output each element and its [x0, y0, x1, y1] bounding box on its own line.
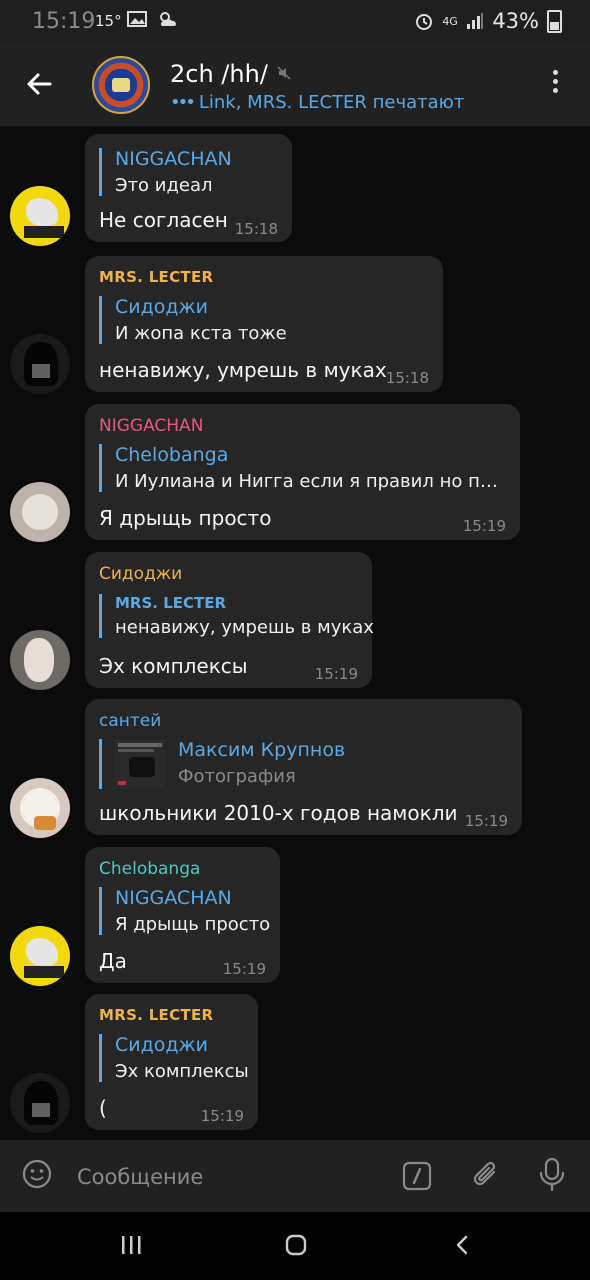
system-navigation-bar: [0, 1212, 590, 1280]
reply-text: Фотография: [178, 766, 296, 787]
gallery-icon: [127, 11, 147, 27]
message-text: ненавижу, умрешь в муках: [99, 358, 387, 382]
message-bubble[interactable]: сантей Максим Крупнов Фотография школьни…: [85, 699, 522, 835]
black-hood-avatar[interactable]: [10, 1073, 70, 1133]
status-right: 4G 43%: [414, 9, 562, 33]
notification-icons: [123, 10, 179, 33]
back-arrow-icon[interactable]: [20, 64, 60, 104]
reply-author: Сидоджи: [115, 296, 208, 318]
message-time: 15:19: [314, 665, 358, 683]
sender-name[interactable]: Сидоджи: [99, 564, 182, 584]
yellow-dog-avatar[interactable]: [10, 926, 70, 986]
message-time: 15:19: [200, 1107, 244, 1125]
weather-icon: [159, 12, 176, 26]
sender-name[interactable]: сантей: [99, 711, 161, 731]
message-bubble[interactable]: Сидоджи MRS. LECTER ненавижу, умрешь в м…: [85, 552, 374, 688]
battery-icon: [547, 9, 562, 33]
group-avatar[interactable]: [92, 56, 150, 114]
message-text: школьники 2010-х годов намокли: [99, 801, 458, 825]
message-input[interactable]: [75, 1160, 379, 1194]
message-time: 15:18: [385, 369, 429, 387]
face-avatar[interactable]: [10, 630, 70, 690]
muted-icon: [277, 66, 291, 80]
typing-dots-icon: •••: [170, 92, 196, 113]
sender-name[interactable]: NIGGACHAN: [99, 416, 203, 436]
network-type: 4G: [442, 14, 458, 28]
message-text: (: [99, 1096, 107, 1120]
message-text: Эх комплексы: [99, 654, 248, 678]
message-time: 15:19: [464, 812, 508, 830]
bot-commands-icon[interactable]: [402, 1161, 432, 1191]
reply-author: Chelobanga: [115, 444, 229, 466]
microphone-icon[interactable]: [538, 1157, 566, 1193]
chat-title[interactable]: 2ch /hh/: [170, 60, 268, 88]
recent-apps-icon[interactable]: [120, 1234, 142, 1256]
reply-photo-thumbnail: [115, 739, 165, 789]
reply-quote[interactable]: Сидоджи И жопа кста тоже: [99, 296, 287, 344]
message-time: 15:19: [222, 960, 266, 978]
more-menu-icon[interactable]: [548, 70, 562, 100]
message-composer: [0, 1140, 590, 1212]
message-time: 15:19: [462, 517, 506, 535]
status-bar: 15:19 15° 4G 43%: [0, 0, 590, 44]
message-text: Да: [99, 949, 127, 973]
reply-quote[interactable]: Сидоджи Эх комплексы: [99, 1034, 249, 1082]
reply-text: Эх комплексы: [115, 1061, 249, 1082]
black-hood-avatar[interactable]: [10, 334, 70, 394]
sender-name[interactable]: MRS. LECTER: [99, 268, 213, 286]
sender-name[interactable]: MRS. LECTER: [99, 1006, 213, 1024]
message-bubble[interactable]: Chelobanga NIGGACHAN Я дрыщь просто Да 1…: [85, 847, 280, 983]
temperature: 15°: [95, 12, 122, 30]
reply-author: MRS. LECTER: [115, 594, 227, 612]
yellow-dog-avatar[interactable]: [10, 186, 70, 246]
typing-status-text: Link, MRS. LECTER печатают: [198, 92, 465, 113]
alarm-icon: [416, 14, 433, 30]
message-bubble[interactable]: NIGGACHAN Chelobanga И Иулиана и Нигга е…: [85, 404, 520, 540]
message-bubble[interactable]: NIGGACHAN Это идеал Не согласен 15:18: [85, 134, 292, 242]
attach-icon[interactable]: [470, 1158, 502, 1192]
reply-author: Максим Крупнов: [178, 739, 346, 761]
reply-author: Сидоджи: [115, 1034, 208, 1056]
reply-quote[interactable]: Chelobanga И Иулиана и Нигга если я прав…: [99, 444, 507, 492]
message-text: Не согласен: [99, 208, 228, 232]
reply-author: NIGGACHAN: [115, 148, 232, 170]
reply-quote[interactable]: NIGGACHAN Это идеал: [99, 148, 232, 196]
white-cat-avatar[interactable]: [10, 482, 70, 542]
typing-status: ••• Link, MRS. LECTER печатают: [170, 92, 464, 113]
message-bubble[interactable]: MRS. LECTER Сидоджи И жопа кста тоже нен…: [85, 256, 443, 392]
reply-text: И Иулиана и Нигга если я правил но пом..…: [115, 471, 507, 492]
message-time: 15:18: [234, 220, 278, 238]
message-text: Я дрыщь просто: [99, 506, 272, 530]
emoji-icon[interactable]: [22, 1159, 52, 1189]
reply-quote[interactable]: Максим Крупнов Фотография: [99, 739, 345, 789]
sender-name[interactable]: Chelobanga: [99, 859, 200, 879]
cat-bread-avatar[interactable]: [10, 778, 70, 838]
home-icon[interactable]: [285, 1234, 307, 1256]
reply-text: И жопа кста тоже: [115, 323, 287, 344]
reply-author: NIGGACHAN: [115, 887, 232, 909]
chat-header: 2ch /hh/ ••• Link, MRS. LECTER печатают: [0, 44, 590, 127]
reply-text: Это идеал: [115, 175, 213, 196]
reply-quote[interactable]: NIGGACHAN Я дрыщь просто: [99, 887, 270, 935]
reply-text: Я дрыщь просто: [115, 914, 271, 935]
reply-quote[interactable]: MRS. LECTER ненавижу, умрешь в муках: [99, 594, 374, 638]
back-icon[interactable]: [452, 1234, 474, 1256]
signal-icon: [467, 13, 484, 29]
reply-text: ненавижу, умрешь в муках: [115, 617, 374, 638]
battery-percent: 43%: [492, 9, 539, 33]
message-bubble[interactable]: MRS. LECTER Сидоджи Эх комплексы ( 15:19: [85, 994, 258, 1130]
